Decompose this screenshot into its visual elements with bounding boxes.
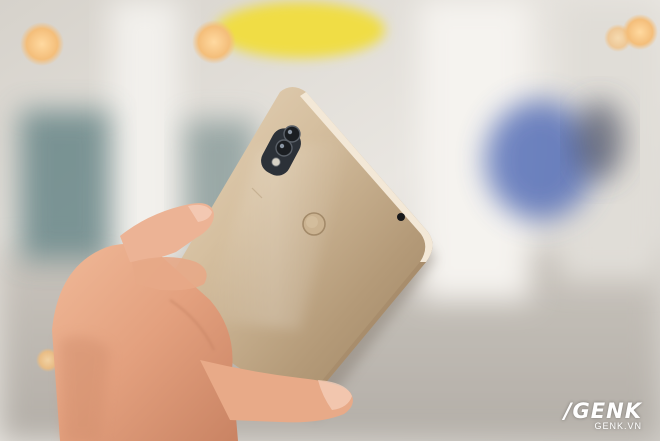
product-photo: /GENK GENK.VN bbox=[0, 0, 660, 441]
genk-watermark: /GENK GENK.VN bbox=[564, 400, 642, 431]
headphone-jack bbox=[397, 213, 405, 221]
photo-scene bbox=[0, 0, 660, 441]
camera-flash bbox=[271, 157, 281, 167]
camera-lens-bottom bbox=[275, 139, 293, 157]
watermark-logo: /GENK bbox=[563, 399, 642, 423]
camera-lens-top bbox=[283, 125, 301, 143]
